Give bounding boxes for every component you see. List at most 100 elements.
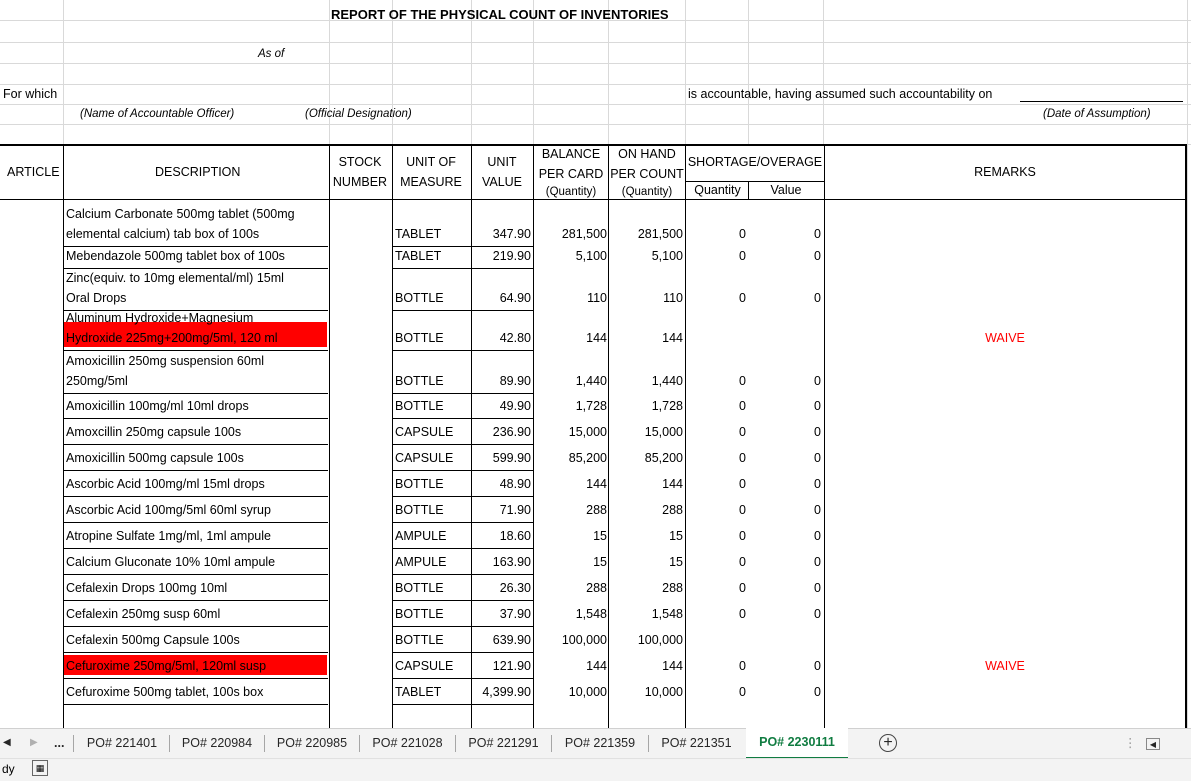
unit-value: 64.90 — [499, 291, 531, 305]
description-line-2: Cefuroxime 250mg/5ml, 120ml susp — [66, 659, 267, 673]
shortage-value: 0 — [814, 374, 821, 388]
status-mode: dy — [2, 762, 15, 776]
remarks-cell: WAIVE — [985, 331, 1025, 345]
description-line-2: Amoxicillin 100mg/ml 10ml drops — [66, 399, 249, 413]
description-line-2: Ascorbic Acid 100mg/5ml 60ml syrup — [66, 503, 271, 517]
col-unit-2: VALUE — [481, 175, 523, 189]
balance-per-card: 15,000 — [568, 425, 607, 439]
shortage-value: 0 — [814, 607, 821, 621]
col-value: Value — [770, 183, 802, 197]
col-onhand-1: ON HAND — [618, 147, 676, 161]
status-bar: dy ▦ — [0, 758, 1191, 781]
unit-value: 219.90 — [492, 249, 531, 263]
unit-of-measure: CAPSULE — [395, 451, 454, 465]
balance-per-card: 288 — [586, 503, 607, 517]
description-line-2: Mebendazole 500mg tablet box of 100s — [66, 249, 285, 263]
balance-per-card: 10,000 — [568, 685, 607, 699]
description-line-2: Amoxcillin 250mg capsule 100s — [66, 425, 242, 439]
description-line-1: Calcium Carbonate 500mg tablet (500mg — [66, 207, 295, 221]
col-onhand-2: PER COUNT — [610, 167, 684, 181]
col-unit-1: UNIT — [487, 155, 517, 169]
description-line-1: Amoxicillin 250mg suspension 60ml — [66, 354, 265, 368]
description-line-2: Cefalexin 500mg Capsule 100s — [66, 633, 240, 647]
sheet-tab-bar: ◀ ▶ ... PO# 221401 PO# 220984 PO# 220985 PO… — [0, 728, 1191, 759]
shortage-quantity: 0 — [739, 529, 746, 543]
shortage-value: 0 — [814, 477, 821, 491]
date-assumption-label: (Date of Assumption) — [1043, 108, 1151, 120]
balance-per-card: 85,200 — [568, 451, 607, 465]
scroll-left-icon[interactable]: ◀ — [3, 729, 11, 757]
remarks-cell: WAIVE — [985, 659, 1025, 673]
balance-per-card: 144 — [586, 477, 607, 491]
shortage-quantity: 0 — [739, 503, 746, 517]
col-balance-2: PER CARD — [538, 167, 604, 181]
sheet-tab[interactable]: PO# 220985 — [266, 729, 358, 757]
unit-value: 37.90 — [499, 607, 531, 621]
sheet-tab[interactable]: PO# 221401 — [76, 729, 168, 757]
balance-per-card: 281,500 — [561, 227, 607, 241]
shortage-value: 0 — [814, 503, 821, 517]
sheet-tab[interactable]: PO# 221028 — [361, 729, 454, 757]
unit-of-measure: AMPULE — [395, 555, 447, 569]
description-line-2: Hydroxide 225mg+200mg/5ml, 120 ml — [66, 331, 278, 345]
shortage-value: 0 — [814, 249, 821, 263]
col-unit-of-2: MEASURE — [400, 175, 462, 189]
unit-value: 42.80 — [499, 331, 531, 345]
more-tabs-button[interactable]: ... — [54, 729, 64, 757]
sheet-tab[interactable]: PO# 221351 — [650, 729, 743, 757]
sheet-tab[interactable]: PO# 220984 — [171, 729, 263, 757]
balance-per-card: 15 — [593, 529, 607, 543]
unit-value: 71.90 — [499, 503, 531, 517]
shortage-value: 0 — [814, 291, 821, 305]
shortage-quantity: 0 — [739, 227, 746, 241]
on-hand-count: 15 — [669, 555, 683, 569]
more-options-icon[interactable]: ⋮ — [1124, 729, 1137, 757]
hscroll-left-icon[interactable]: ◀ — [1146, 738, 1160, 750]
shortage-quantity: 0 — [739, 291, 746, 305]
add-sheet-icon[interactable]: + — [879, 734, 897, 752]
accessibility-icon[interactable]: ▦ — [32, 760, 48, 776]
sheet-tab[interactable]: PO# 2230111 — [746, 728, 848, 759]
on-hand-count: 1,728 — [651, 399, 683, 413]
balance-per-card: 1,440 — [575, 374, 607, 388]
unit-of-measure: TABLET — [395, 227, 442, 241]
unit-of-measure: BOTTLE — [395, 399, 444, 413]
description-line-2: Cefalexin 250mg susp 60ml — [66, 607, 221, 621]
shortage-quantity: 0 — [739, 374, 746, 388]
sheet-tab[interactable]: PO# 221291 — [457, 729, 550, 757]
sheet-tab[interactable]: PO# 221359 — [553, 729, 647, 757]
col-remarks: REMARKS — [974, 165, 1036, 179]
shortage-quantity: 0 — [739, 659, 746, 673]
shortage-value: 0 — [814, 685, 821, 699]
balance-per-card: 110 — [587, 291, 607, 305]
shortage-value: 0 — [814, 555, 821, 569]
on-hand-count: 5,100 — [651, 249, 683, 263]
on-hand-count: 281,500 — [637, 227, 683, 241]
unit-value: 26.30 — [499, 581, 531, 595]
shortage-quantity: 0 — [739, 477, 746, 491]
on-hand-count: 288 — [662, 503, 683, 517]
col-stock-2: NUMBER — [332, 175, 388, 189]
balance-per-card: 144 — [586, 659, 607, 673]
unit-of-measure: AMPULE — [395, 529, 447, 543]
shortage-value: 0 — [814, 227, 821, 241]
unit-of-measure: BOTTLE — [395, 503, 444, 517]
unit-of-measure: BOTTLE — [395, 477, 444, 491]
shortage-quantity: 0 — [739, 685, 746, 699]
unit-of-measure: BOTTLE — [395, 374, 444, 388]
scroll-right-icon[interactable]: ▶ — [30, 729, 38, 757]
balance-per-card: 1,548 — [575, 607, 607, 621]
shortage-quantity: 0 — [739, 249, 746, 263]
unit-of-measure: CAPSULE — [395, 659, 454, 673]
unit-value: 163.90 — [492, 555, 531, 569]
shortage-value: 0 — [814, 581, 821, 595]
on-hand-count: 1,548 — [651, 607, 683, 621]
description-line-2: Calcium Gluconate 10% 10ml ampule — [66, 555, 276, 569]
col-stock-1: STOCK — [338, 155, 382, 169]
shortage-quantity: 0 — [739, 555, 746, 569]
col-shortage: SHORTAGE/OVERAGE — [687, 155, 823, 169]
unit-value: 599.90 — [492, 451, 531, 465]
spreadsheet-grid[interactable]: REPORT OF THE PHYSICAL COUNT OF INVENTOR… — [0, 0, 1191, 728]
on-hand-count: 10,000 — [644, 685, 683, 699]
on-hand-count: 144 — [662, 477, 683, 491]
